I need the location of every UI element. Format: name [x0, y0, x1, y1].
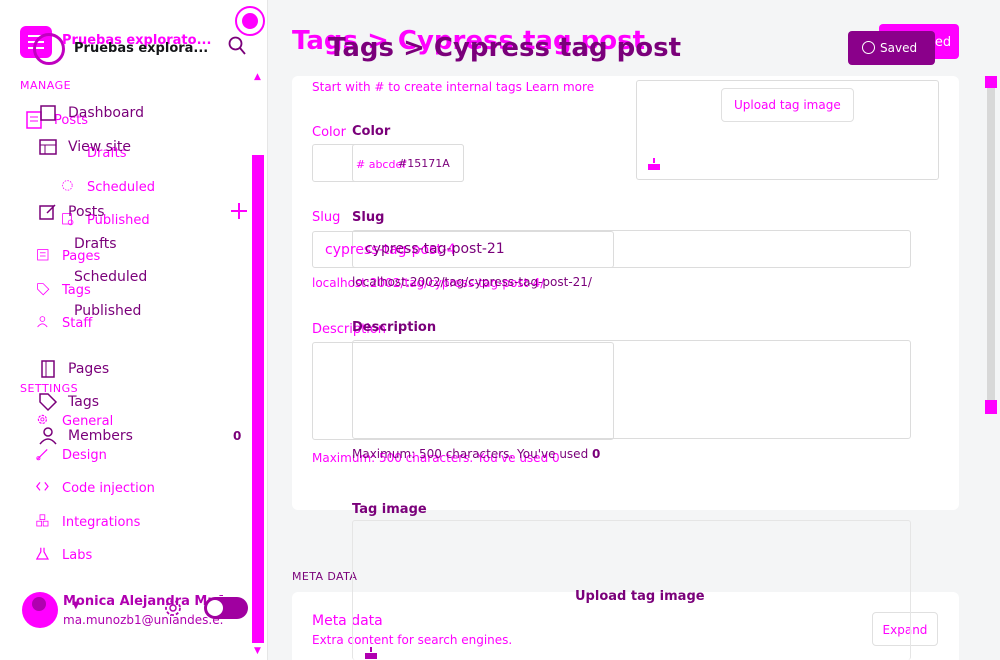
sidebar: Pruebas explorato... Pruebas explora... …: [0, 0, 268, 660]
sidebar-item-label: Drafts: [74, 236, 117, 252]
check-circle-icon: [862, 41, 875, 54]
sidebar-item-label: Labs: [62, 547, 93, 563]
sidebar-item-scheduled[interactable]: Scheduled: [61, 179, 155, 195]
clock-icon: [62, 180, 73, 191]
upload-tag-image-button[interactable]: Upload tag image: [721, 88, 854, 122]
sidebar-item-labs[interactable]: Labs: [36, 547, 92, 563]
avatar[interactable]: [22, 592, 58, 628]
page-scrollbar-thumb[interactable]: [987, 88, 995, 400]
sidebar-item-view-site[interactable]: View site: [38, 137, 131, 157]
tag-icon: [37, 283, 50, 296]
gear-icon[interactable]: [162, 597, 184, 619]
description-char-hint: Maximum: 500 characters. You've used 0: [352, 447, 600, 461]
members-icon: [39, 427, 57, 445]
edit-icon: [39, 204, 56, 220]
sidebar-item-label: Code injection: [62, 480, 155, 496]
view-site-icon: [39, 139, 57, 155]
sidebar-scrollbar-thumb[interactable]: [252, 155, 264, 643]
scroll-up-arrow-icon[interactable]: ▲: [254, 72, 261, 82]
sidebar-item-design[interactable]: Design: [36, 447, 107, 463]
sidebar-item-label: Dashboard: [68, 105, 144, 121]
sidebar-item-label: Design: [62, 447, 107, 463]
tag-name-hint: Start with # to create internal tags Lea…: [312, 80, 595, 94]
sidebar-item-posts-dark[interactable]: Posts: [38, 202, 105, 222]
code-icon: [36, 482, 49, 491]
sidebar-item-published-dark[interactable]: Published: [74, 303, 141, 319]
user-name[interactable]: Monica Alejandra Muñ...: [63, 594, 223, 609]
brush-icon: [36, 448, 48, 461]
gear-icon: [37, 414, 47, 424]
sidebar-item-general[interactable]: General: [36, 413, 113, 429]
sidebar-header: Pruebas explorato... Pruebas explora...: [0, 0, 267, 70]
description-label: Description: [352, 320, 437, 335]
site-title[interactable]: Pruebas explora...: [74, 41, 208, 56]
integrations-icon: [36, 514, 49, 527]
saved-label: Saved: [880, 41, 918, 55]
slug-url-preview: localhost:2002/tag/cypress-tag-post-21/: [352, 275, 592, 289]
sidebar-item-label: Scheduled: [74, 269, 148, 285]
scroll-up-arrow-icon[interactable]: [985, 76, 997, 88]
scroll-down-arrow-icon[interactable]: [985, 400, 997, 414]
sidebar-item-members[interactable]: Members: [38, 426, 133, 446]
sidebar-item-label: Integrations: [62, 514, 141, 530]
description-textarea[interactable]: [352, 340, 911, 439]
sidebar-item-tags-dark[interactable]: Tags: [38, 392, 99, 412]
sidebar-item-scheduled-dark[interactable]: Scheduled: [74, 269, 147, 285]
sidebar-item-label: View site: [68, 139, 131, 155]
dark-mode-toggle[interactable]: [204, 597, 248, 619]
staff-icon: [37, 316, 48, 328]
user-email: ma.munozb1@uniandes.e...: [63, 613, 223, 627]
pages-icon: [41, 360, 55, 378]
scroll-down-arrow-icon[interactable]: ▼: [254, 646, 261, 656]
sidebar-item-code-injection[interactable]: Code injection: [36, 480, 155, 496]
members-count-badge: 0: [233, 429, 242, 443]
description-char-count: 0: [592, 447, 601, 461]
chevron-down-icon[interactable]: ▼: [72, 600, 80, 611]
sidebar-item-label: Scheduled: [87, 179, 155, 195]
flask-icon: [36, 547, 50, 560]
new-post-plus-icon[interactable]: [230, 202, 248, 220]
dashboard-icon: [40, 105, 56, 121]
description-char-hint-text: Maximum: 500 characters. You've used: [352, 447, 589, 461]
slug-label: Slug: [312, 210, 341, 225]
page-title: Tags > Cypress tag post: [328, 33, 682, 63]
sidebar-item-label: Tags: [68, 394, 99, 410]
color-label: Color: [312, 125, 346, 140]
upload-icon: [648, 158, 660, 170]
color-value: #15171A: [398, 157, 450, 170]
upload-icon: [365, 647, 377, 659]
main-content: Tags > Cypress tag post Tags > Cypress t…: [268, 0, 1000, 660]
tag-image-label: Tag image: [352, 502, 427, 517]
sidebar-item-integrations[interactable]: Integrations: [36, 514, 140, 530]
sidebar-item-drafts-dark[interactable]: Drafts: [74, 236, 117, 252]
search-icon[interactable]: [228, 36, 246, 56]
sidebar-item-label: Published: [74, 303, 142, 319]
sidebar-item-label: Pages: [68, 361, 110, 377]
manage-section-label: MANAGE: [20, 79, 72, 92]
pages-icon: [37, 249, 49, 261]
slug-label: Slug: [352, 210, 385, 225]
upload-tag-image-button[interactable]: Upload tag image: [575, 589, 705, 604]
sidebar-item-label: Members: [68, 428, 133, 444]
sidebar-item-pages-dark[interactable]: Pages: [38, 359, 109, 379]
color-label: Color: [352, 124, 391, 139]
site-icon: [33, 33, 65, 65]
ghost-logo-icon: [235, 6, 265, 36]
meta-data-section-label: META DATA: [292, 570, 358, 583]
saved-button[interactable]: Saved: [848, 31, 935, 65]
sidebar-item-label: Posts: [68, 204, 105, 220]
sidebar-item-dashboard[interactable]: Dashboard: [38, 103, 144, 123]
sidebar-item-label: General: [62, 413, 114, 429]
slug-value: cypress-tag-post-21: [365, 241, 505, 257]
tag-icon: [39, 393, 58, 412]
settings-section-label: SETTINGS: [20, 382, 79, 395]
